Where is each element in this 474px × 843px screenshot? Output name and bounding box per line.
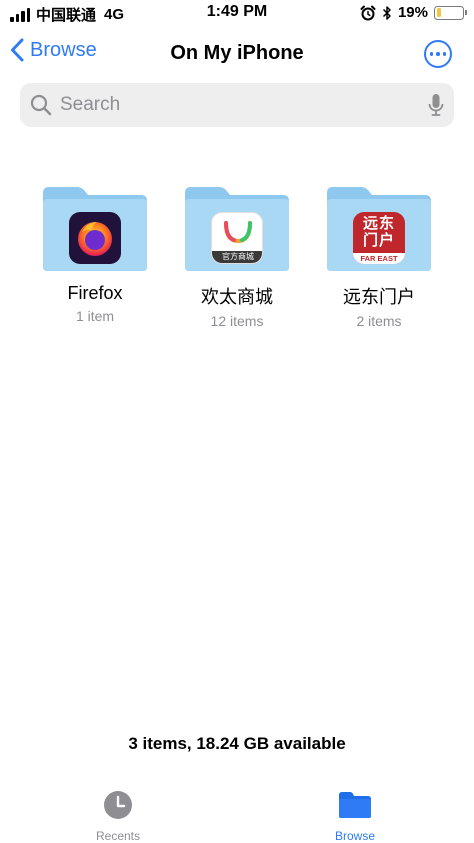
storage-summary: 3 items, 18.24 GB available: [128, 734, 346, 753]
bluetooth-icon: [382, 5, 391, 20]
battery-percentage: 19%: [397, 4, 428, 21]
tab-label: Browse: [334, 829, 375, 843]
folder-icon: [339, 792, 371, 818]
search-bar[interactable]: [20, 83, 454, 127]
folder-graphic: [41, 185, 149, 273]
far-east-icon-text-mid: 门户: [362, 232, 395, 249]
navigation-bar: Browse On My iPhone: [0, 34, 474, 74]
chevron-left-icon: [11, 38, 24, 62]
folder-item-firefox[interactable]: Firefox 1 item: [30, 185, 160, 324]
search-icon: [30, 94, 52, 116]
folder-graphic: 官方商城: [183, 185, 291, 273]
folder-item-far-east-portal[interactable]: 远东 门户 FAR EAST 远东门户 2 items: [314, 185, 444, 329]
tab-label: Recents: [95, 829, 141, 843]
heytap-store-icon-label: 官方商城: [212, 251, 262, 263]
folder-graphic: 远东 门户 FAR EAST: [325, 185, 433, 273]
heytap-store-icon: 官方商城: [211, 212, 263, 264]
folder-name: 远东门户: [343, 287, 415, 307]
folder-item-count: 1 item: [75, 308, 115, 324]
ellipsis-dot: [436, 52, 440, 56]
far-east-portal-icon: 远东 门户 FAR EAST: [353, 212, 405, 264]
folder-name: 欢太商城: [201, 287, 273, 307]
tab-recents[interactable]: Recents: [58, 790, 178, 843]
ellipsis-icon: [429, 52, 434, 56]
battery-level-fill: [436, 8, 442, 17]
folder-item-heytap-store[interactable]: 官方商城 欢太商城 12 items: [172, 185, 302, 329]
status-bar: 中国联通 4G 1:49 PM 19%: [0, 0, 474, 26]
folder-item-count: 12 items: [210, 313, 264, 329]
back-button[interactable]: Browse: [10, 38, 97, 62]
far-east-icon-text-top: 远东: [362, 215, 395, 232]
folder-name: Firefox: [67, 283, 123, 303]
status-right: 19%: [360, 4, 467, 21]
far-east-icon-text-bottom: FAR EAST: [353, 253, 405, 264]
battery-icon: [434, 5, 467, 20]
clock-icon: [104, 791, 132, 819]
tab-browse[interactable]: Browse: [295, 790, 415, 843]
folder-item-count: 2 items: [356, 313, 402, 329]
microphone-icon[interactable]: [428, 93, 444, 117]
back-button-label: Browse: [30, 38, 97, 61]
ellipsis-dot: [442, 52, 447, 56]
search-input[interactable]: [60, 94, 428, 116]
more-options-button[interactable]: [424, 40, 452, 68]
alarm-icon: [360, 5, 376, 20]
firefox-icon: [69, 212, 121, 264]
tab-bar: Recents Browse: [0, 780, 474, 843]
